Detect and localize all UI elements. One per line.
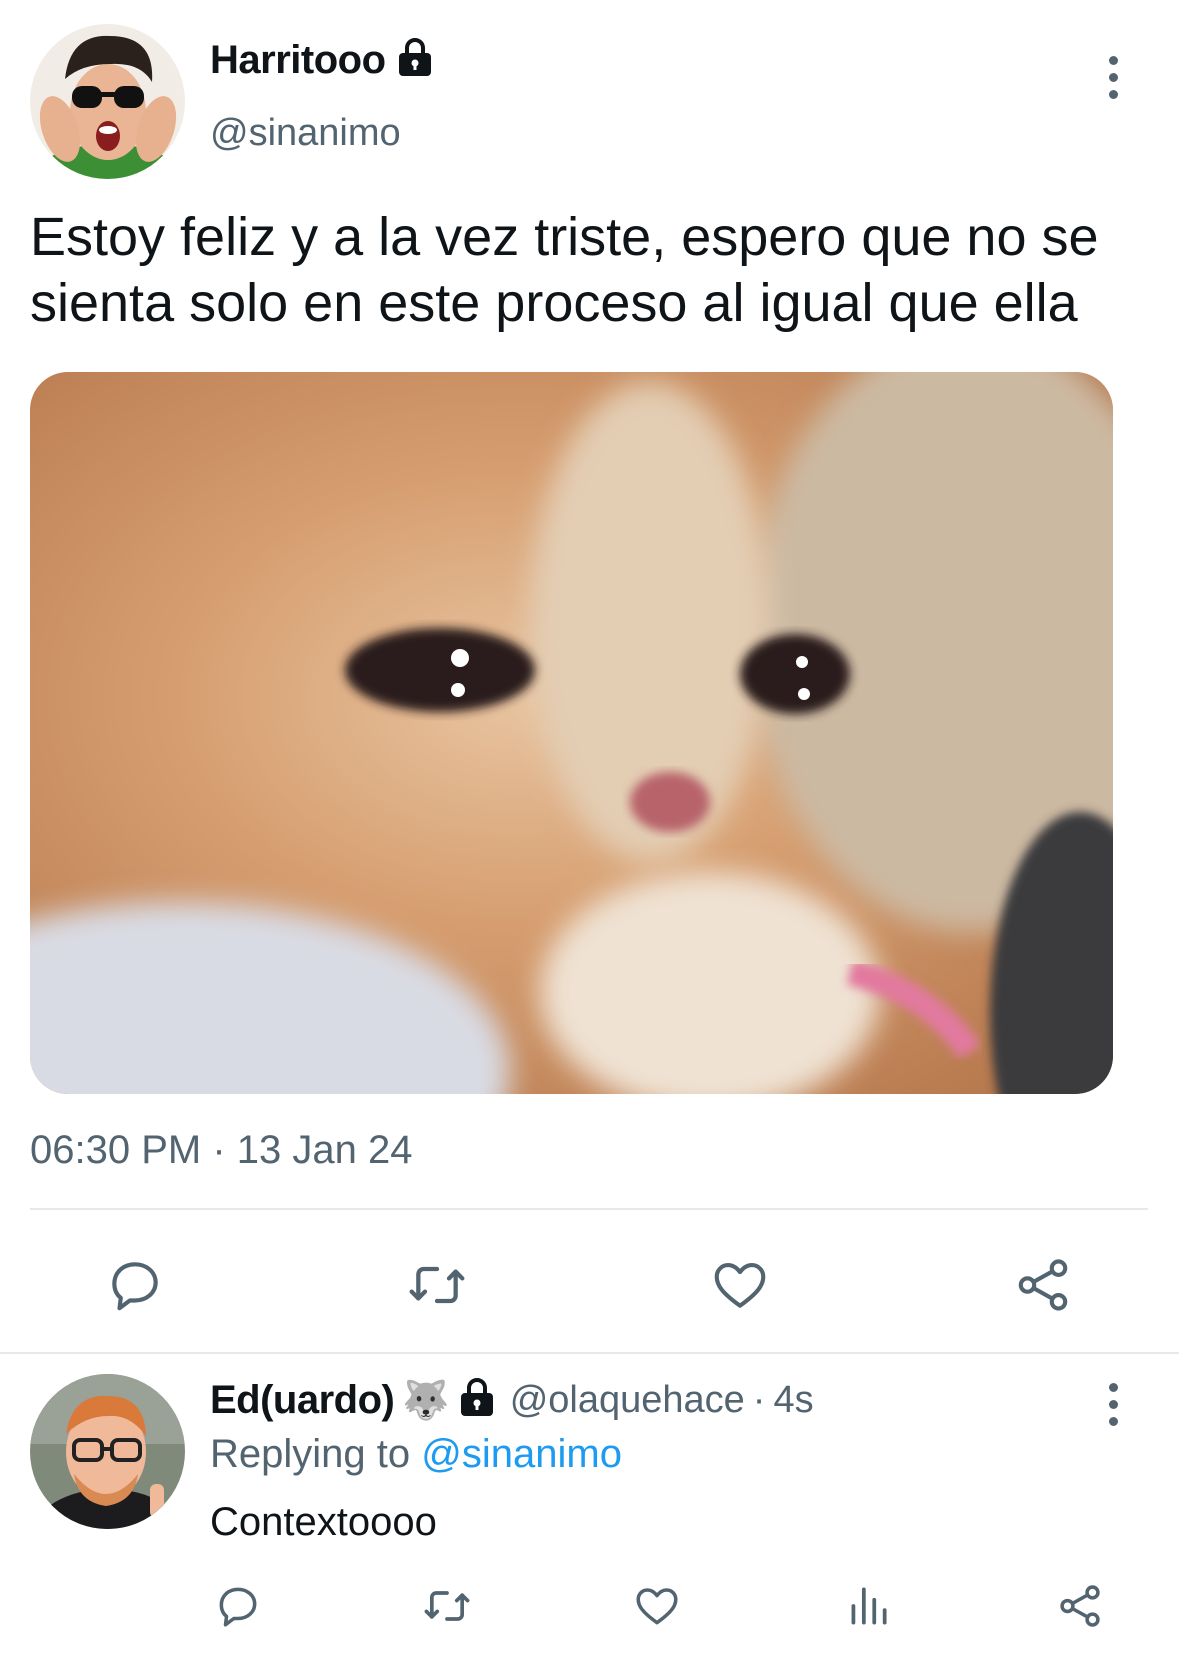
reply-separator: · <box>752 1379 766 1421</box>
reply-age: 4s <box>773 1379 814 1421</box>
retweet-icon[interactable] <box>419 1578 475 1634</box>
like-icon[interactable] <box>629 1578 685 1634</box>
author-avatar[interactable] <box>30 24 185 179</box>
lock-icon <box>396 38 434 83</box>
wolf-emoji: 🐺 <box>402 1379 450 1422</box>
retweet-icon[interactable] <box>402 1250 472 1320</box>
more-options-icon[interactable] <box>1103 56 1123 99</box>
replying-to-handle[interactable]: @sinanimo <box>421 1432 622 1476</box>
divider <box>30 1208 1148 1210</box>
share-icon[interactable] <box>1008 1250 1078 1320</box>
reply-text: Contextoooo <box>210 1500 437 1544</box>
author-name[interactable]: Harritooo <box>210 38 386 83</box>
like-icon[interactable] <box>705 1250 775 1320</box>
share-icon[interactable] <box>1052 1578 1108 1634</box>
reply-author-name[interactable]: Ed(uardo) <box>210 1378 395 1423</box>
meta-separator: · <box>212 1128 226 1172</box>
tweet-media-image[interactable] <box>30 372 1113 1094</box>
views-icon[interactable] <box>840 1578 896 1634</box>
reply-author-avatar[interactable] <box>30 1374 185 1529</box>
replying-to-label: Replying to <box>210 1432 411 1476</box>
lock-icon <box>458 1378 496 1423</box>
tweet-date: 13 Jan 24 <box>236 1128 413 1172</box>
more-options-icon[interactable] <box>1103 1383 1123 1426</box>
tweet-text: Estoy feliz y a la vez triste, espero qu… <box>30 207 1099 333</box>
reply-author-handle[interactable]: @olaquehace <box>510 1379 745 1422</box>
author-handle[interactable]: @sinanimo <box>210 112 401 155</box>
section-divider <box>0 1352 1179 1354</box>
tweet-time: 06:30 PM <box>30 1128 202 1172</box>
reply-icon[interactable] <box>100 1250 170 1320</box>
reply-icon[interactable] <box>210 1578 266 1634</box>
